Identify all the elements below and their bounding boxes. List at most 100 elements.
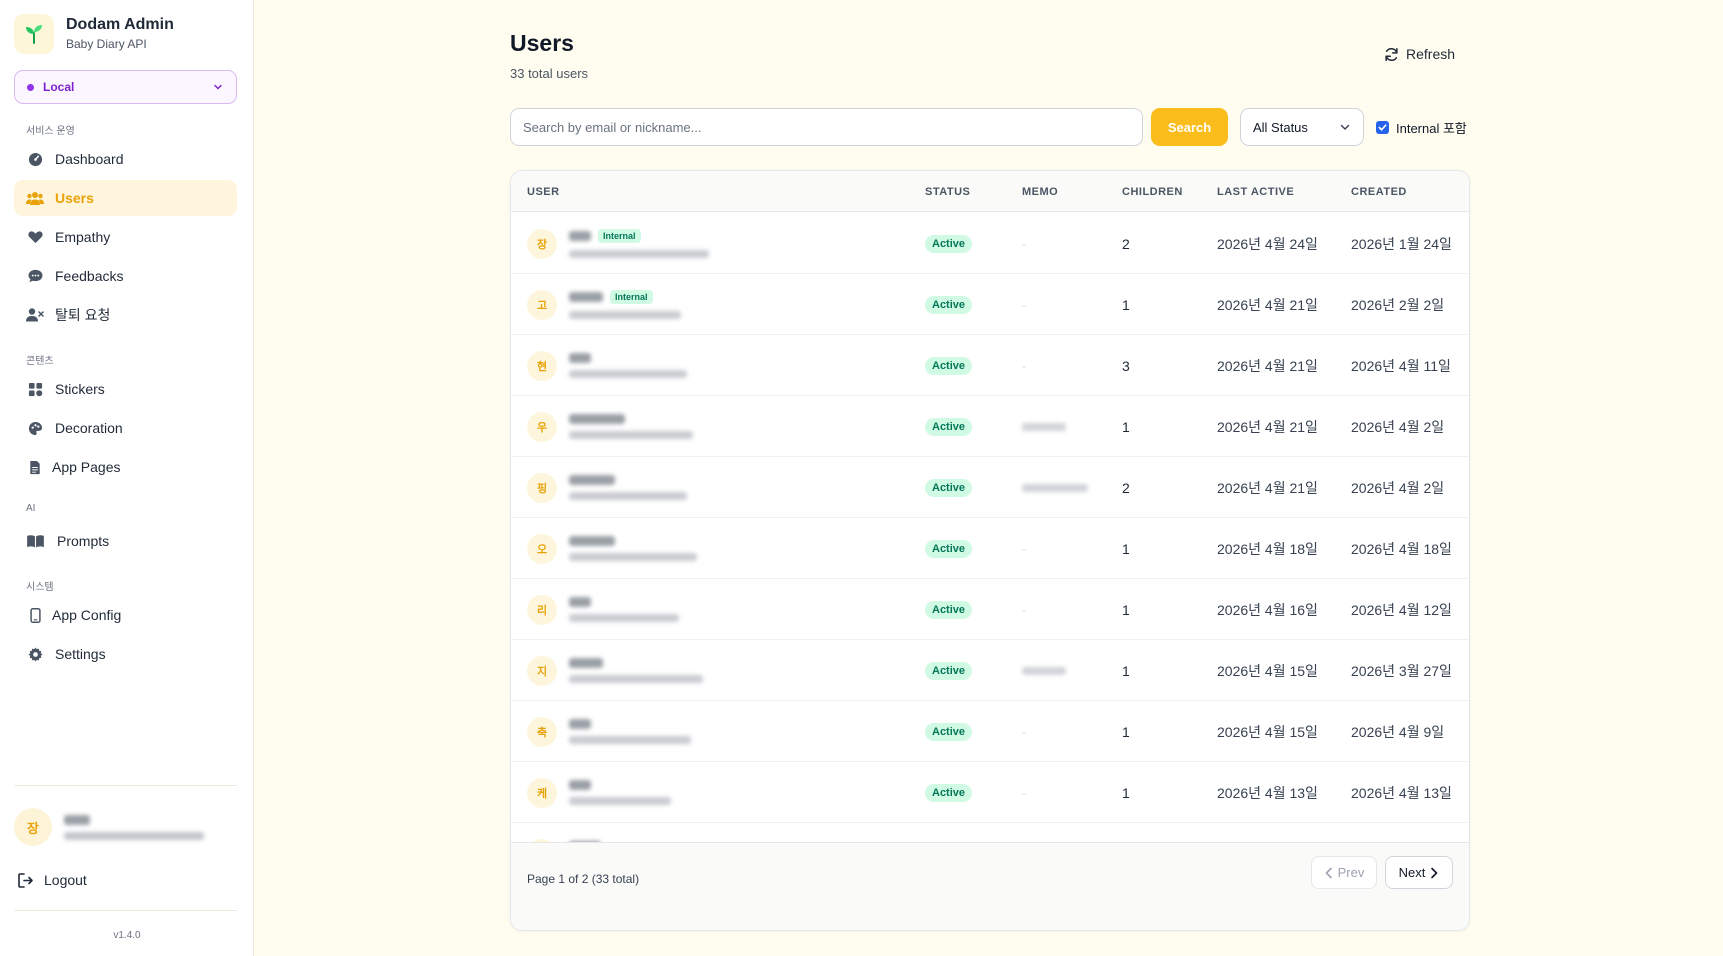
column-header-last-active[interactable]: LAST ACTIVE (1217, 186, 1294, 198)
memo-value: - (1022, 602, 1026, 617)
environment-select[interactable]: Local (14, 70, 237, 104)
table-row[interactable]: 리 Active - 1 2026년 4월 16일 2026년 4월 12일 (511, 579, 1469, 640)
sidebar-item-app-pages[interactable]: App Pages (14, 449, 237, 485)
sidebar-divider (14, 785, 237, 786)
user-cell: 고 Internal (527, 274, 681, 335)
created-date: 2026년 4월 2일 (1351, 479, 1445, 496)
children-count: 1 (1122, 662, 1130, 679)
table-row[interactable]: 오 Active - 1 2026년 4월 18일 2026년 4월 18일 (511, 518, 1469, 579)
refresh-button[interactable]: Refresh (1384, 46, 1455, 62)
sidebar-item-stickers[interactable]: Stickers (14, 371, 237, 407)
sidebar-item-dashboard[interactable]: Dashboard (14, 141, 237, 177)
column-header-user[interactable]: USER (527, 186, 560, 198)
sidebar-item-withdrawal[interactable]: 탈퇴 요청 (14, 297, 237, 333)
created-date: 2026년 4월 2일 (1351, 418, 1445, 435)
avatar: 현 (527, 350, 557, 381)
next-page-label: Next (1398, 865, 1426, 880)
internal-badge: Internal (598, 229, 641, 243)
stickers-icon (26, 380, 44, 398)
status-badge: Active (925, 661, 973, 680)
internal-include-checkbox[interactable]: Internal 포함 (1376, 118, 1467, 137)
children-count: 1 (1122, 601, 1130, 618)
sidebar-item-empathy[interactable]: Empathy (14, 219, 237, 255)
book-icon (26, 532, 44, 550)
status-badge: Active (925, 722, 973, 741)
chat-icon (26, 267, 44, 285)
user-email-redacted (569, 675, 703, 683)
column-header-memo[interactable]: MEMO (1022, 186, 1058, 198)
table-row[interactable]: 핑 Active 2 2026년 4월 21일 2026년 4월 2일 (511, 457, 1469, 518)
status-filter-select[interactable]: All Status (1240, 108, 1364, 146)
status-badge: Active (925, 295, 973, 314)
internal-badge: Internal (610, 290, 653, 304)
section-label-ai: AI (26, 503, 36, 514)
prev-page-button[interactable]: Prev (1311, 856, 1377, 889)
table-row[interactable]: 지 Active 1 2026년 4월 15일 2026년 3월 27일 (511, 640, 1469, 701)
memo-value: - (1022, 724, 1026, 739)
last-active-date: 2026년 4월 15일 (1217, 723, 1318, 740)
column-header-children[interactable]: CHILDREN (1122, 186, 1183, 198)
brand: Dodam Admin Baby Diary API (14, 14, 174, 54)
table-row[interactable]: 고 Internal Active - 1 2026년 4월 21일 2026년 2월 2일 (511, 274, 1469, 335)
table-row[interactable]: 장 Internal Active - 2 2026년 4월 24일 2026년 1월 24… (511, 213, 1469, 274)
document-icon (26, 458, 44, 476)
status-badge: Active (925, 356, 973, 375)
search-button[interactable]: Search (1151, 108, 1228, 146)
user-name-redacted (569, 780, 591, 790)
sidebar-item-label: Stickers (55, 381, 105, 397)
table-row[interactable]: 축 Active - 1 2026년 4월 15일 2026년 4월 9일 (511, 701, 1469, 762)
avatar: 핑 (527, 472, 557, 503)
user-remove-icon (26, 306, 44, 324)
user-name-redacted (569, 719, 591, 729)
sidebar-item-prompts[interactable]: Prompts (14, 523, 237, 559)
pagination-info: Page 1 of 2 (33 total) (527, 872, 640, 886)
logout-label: Logout (44, 872, 87, 888)
gear-icon (26, 645, 44, 663)
user-cell: 우 (527, 396, 693, 457)
avatar: 고 (527, 289, 557, 320)
table-row[interactable]: 우 Active 1 2026년 4월 21일 2026년 4월 2일 (511, 396, 1469, 457)
refresh-label: Refresh (1406, 46, 1456, 62)
search-input[interactable] (510, 108, 1143, 146)
memo-value: - (1022, 297, 1026, 312)
column-header-created[interactable]: CREATED (1351, 186, 1407, 198)
table-row[interactable]: 케 Active - 1 2026년 4월 13일 2026년 4월 13일 (511, 762, 1469, 823)
current-user[interactable]: 장 (14, 808, 204, 846)
last-active-date: 2026년 4월 21일 (1217, 296, 1318, 313)
last-active-date: 2026년 4월 21일 (1217, 357, 1318, 374)
section-label-content: 콘텐츠 (26, 356, 54, 367)
sidebar-item-label: Users (55, 190, 94, 206)
user-name-redacted (569, 597, 591, 607)
memo-cell: - (1022, 701, 1026, 762)
user-email-redacted (569, 553, 697, 561)
internal-include-label: Internal 포함 (1396, 121, 1467, 136)
user-email-redacted (569, 431, 693, 439)
sidebar-item-feedbacks[interactable]: Feedbacks (14, 258, 237, 294)
column-header-status[interactable]: STATUS (925, 186, 970, 198)
memo-cell: - (1022, 762, 1026, 823)
environment-dot (27, 83, 34, 91)
memo-cell: - (1022, 274, 1026, 335)
children-count: 1 (1122, 784, 1130, 801)
chevron-down-icon (214, 84, 222, 90)
memo-value: - (1022, 541, 1026, 556)
user-name-redacted (569, 292, 603, 302)
next-page-button[interactable]: Next (1385, 856, 1453, 889)
table-body: 장 Internal Active - 2 2026년 4월 24일 2026년 1월 24… (511, 213, 1469, 842)
sidebar-item-settings[interactable]: Settings (14, 636, 237, 672)
sidebar-item-app-config[interactable]: App Config (14, 597, 237, 633)
sidebar-item-decoration[interactable]: Decoration (14, 410, 237, 446)
page-title: Users (510, 30, 574, 56)
sidebar-item-users[interactable]: Users (14, 180, 237, 216)
sidebar-item-label: Empathy (55, 229, 111, 245)
user-cell: 핑 (527, 457, 687, 518)
last-active-date: 2026년 4월 21일 (1217, 418, 1318, 435)
children-count: 2 (1122, 235, 1130, 252)
logout-button[interactable]: Logout (18, 872, 87, 888)
table-row[interactable]: 뉴Active12026년 4월 13일2026년 3월 25일 (511, 823, 1469, 842)
memo-redacted (1022, 422, 1066, 431)
checkbox-checked-icon[interactable] (1376, 121, 1389, 134)
table-row[interactable]: 현 Active - 3 2026년 4월 21일 2026년 4월 11일 (511, 335, 1469, 396)
phone-icon (26, 606, 44, 624)
last-active-date: 2026년 4월 24일 (1217, 235, 1318, 252)
